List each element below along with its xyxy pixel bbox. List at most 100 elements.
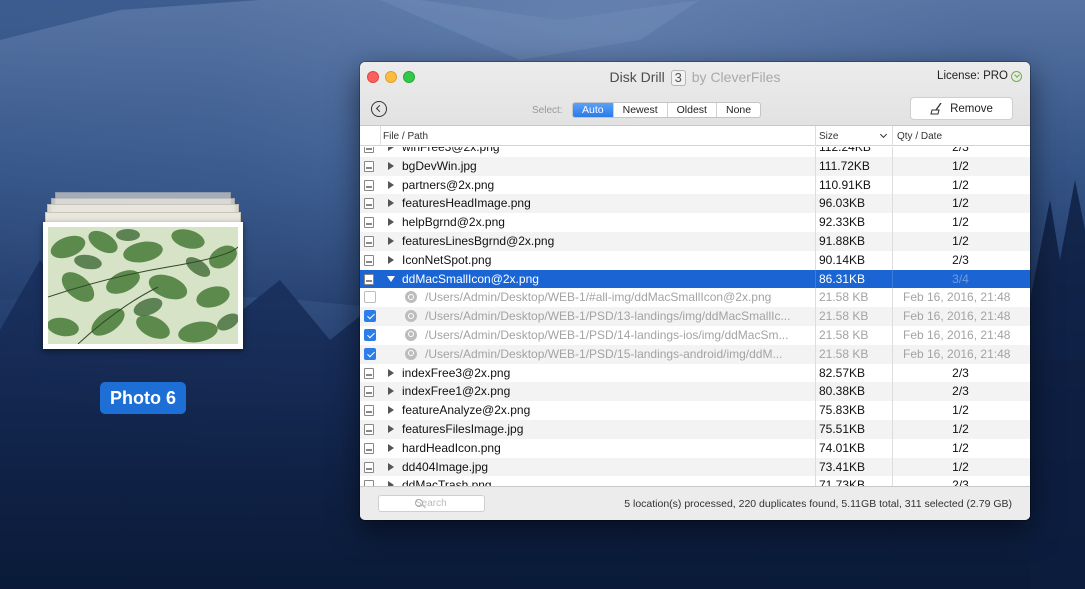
file-size: 21.58 KB <box>819 290 869 305</box>
table-row[interactable]: ddMacTrash.png 71.73KB 2/3 <box>360 476 1030 486</box>
disclosure-collapsed-icon[interactable] <box>388 199 394 208</box>
file-size: 21.58 KB <box>819 327 869 342</box>
select-segmented-control[interactable]: Auto Newest Oldest None <box>572 102 762 118</box>
sort-chevron-icon[interactable] <box>879 130 888 139</box>
table-row[interactable]: indexFree1@2x.png 80.38KB 2/3 <box>360 382 1030 402</box>
app-vendor: by CleverFiles <box>691 69 781 85</box>
column-divider[interactable] <box>892 126 893 146</box>
duplicate-count: 1/2 <box>952 215 969 230</box>
file-size: 91.88KB <box>819 233 866 248</box>
file-name: winFree3@2x.png <box>402 147 500 154</box>
duplicate-path-row[interactable]: /Users/Admin/Desktop/WEB-1/PSD/14-landin… <box>360 325 1030 345</box>
row-checkbox[interactable] <box>364 291 376 304</box>
column-header-file[interactable]: File / Path <box>383 131 428 142</box>
column-divider <box>815 325 816 345</box>
select-oldest[interactable]: Oldest <box>668 103 717 117</box>
column-divider <box>815 147 816 157</box>
table-row[interactable]: featuresHeadImage.png 96.03KB 1/2 <box>360 194 1030 214</box>
table-row[interactable]: hardHeadIcon.png 74.01KB 1/2 <box>360 438 1030 458</box>
back-button[interactable] <box>371 101 387 117</box>
license-label: License: PRO <box>937 70 1008 82</box>
file-size: 112.24KB <box>819 147 871 154</box>
table-row[interactable]: featuresLinesBgrnd@2x.png 91.88KB 1/2 <box>360 231 1030 251</box>
row-checkbox[interactable] <box>364 347 376 360</box>
remove-button[interactable]: Remove <box>910 97 1013 120</box>
file-name: indexFree3@2x.png <box>402 365 511 380</box>
table-row[interactable]: indexFree3@2x.png 82.57KB 2/3 <box>360 363 1030 383</box>
duplicate-count: 1/2 <box>952 403 969 418</box>
table-row[interactable]: ddMacSmallIcon@2x.png 86.31KB 3/4 <box>360 269 1030 289</box>
disclosure-collapsed-icon[interactable] <box>388 443 394 452</box>
duplicate-path-row[interactable]: /Users/Admin/Desktop/WEB-1/PSD/15-landin… <box>360 344 1030 364</box>
file-name: ddMacSmallIcon@2x.png <box>402 271 539 286</box>
file-size: 80.38KB <box>819 384 866 399</box>
column-divider <box>815 194 816 214</box>
column-divider[interactable] <box>815 126 816 146</box>
column-header-qty[interactable]: Qty / Date <box>897 131 942 142</box>
select-auto[interactable]: Auto <box>573 103 614 117</box>
table-body[interactable]: winFree3@2x.png 112.24KB 2/3 bgDevWin.jpg 11… <box>360 147 1030 486</box>
chevron-down-icon <box>1011 70 1022 82</box>
file-icon <box>364 405 374 417</box>
file-name: indexFree1@2x.png <box>402 384 511 399</box>
file-size: 110.91KB <box>819 177 871 192</box>
disclosure-collapsed-icon[interactable] <box>388 161 394 170</box>
table-row[interactable]: featureAnalyze@2x.png 75.83KB 1/2 <box>360 401 1030 420</box>
magnifier-icon[interactable] <box>405 328 417 341</box>
disclosure-collapsed-icon[interactable] <box>388 406 394 415</box>
magnifier-icon[interactable] <box>405 291 417 304</box>
file-icon <box>364 179 374 191</box>
license-menu[interactable]: License: PRO <box>937 70 1022 82</box>
select-none[interactable]: None <box>717 103 760 117</box>
table-row[interactable]: featuresFilesImage.jpg 75.51KB 1/2 <box>360 419 1030 439</box>
disclosure-collapsed-icon[interactable] <box>388 387 394 396</box>
duplicate-count: 1/2 <box>952 421 969 436</box>
file-size: 21.58 KB <box>819 309 869 324</box>
photo-thumbnail[interactable] <box>43 222 243 349</box>
column-divider <box>815 250 816 270</box>
search-input[interactable]: Search <box>378 495 485 512</box>
file-name: partners@2x.png <box>402 177 495 192</box>
table-row[interactable]: winFree3@2x.png 112.24KB 2/3 <box>360 147 1030 157</box>
disclosure-collapsed-icon[interactable] <box>388 236 394 245</box>
table-row[interactable]: dd404Image.jpg 73.41KB 1/2 <box>360 457 1030 477</box>
disclosure-collapsed-icon[interactable] <box>388 462 394 471</box>
disclosure-collapsed-icon[interactable] <box>388 424 394 433</box>
file-name: helpBgrnd@2x.png <box>402 215 505 230</box>
column-divider <box>815 419 816 439</box>
magnifier-icon[interactable] <box>405 347 417 360</box>
photo-stack[interactable] <box>42 192 244 350</box>
duplicate-count: 2/3 <box>952 252 969 267</box>
table-row[interactable]: partners@2x.png 110.91KB 1/2 <box>360 175 1030 195</box>
broom-icon <box>930 102 942 114</box>
disclosure-collapsed-icon[interactable] <box>388 147 394 151</box>
row-checkbox[interactable] <box>364 328 376 341</box>
magnifier-icon[interactable] <box>405 310 417 323</box>
duplicate-path-row[interactable]: /Users/Admin/Desktop/WEB-1/PSD/13-landin… <box>360 307 1030 326</box>
column-divider <box>892 325 893 345</box>
duplicate-path-row[interactable]: /Users/Admin/Desktop/WEB-1/#all-img/ddMa… <box>360 288 1030 308</box>
column-divider <box>815 231 816 251</box>
disclosure-collapsed-icon[interactable] <box>388 255 394 264</box>
photo-label[interactable]: Photo 6 <box>100 382 186 414</box>
column-divider <box>815 457 816 477</box>
file-icon <box>364 386 374 398</box>
disclosure-collapsed-icon[interactable] <box>388 218 394 227</box>
disclosure-expanded-icon[interactable] <box>387 275 395 282</box>
file-icon <box>364 461 374 473</box>
column-header-size[interactable]: Size <box>819 131 838 142</box>
disclosure-collapsed-icon[interactable] <box>388 180 394 189</box>
column-divider <box>815 476 816 486</box>
file-size: 21.58 KB <box>819 346 869 361</box>
table-row[interactable]: IconNetSpot.png 90.14KB 2/3 <box>360 250 1030 270</box>
table-row[interactable]: bgDevWin.jpg 111.72KB 1/2 <box>360 156 1030 176</box>
disclosure-collapsed-icon[interactable] <box>388 368 394 377</box>
table-row[interactable]: helpBgrnd@2x.png 92.33KB 1/2 <box>360 213 1030 232</box>
column-divider <box>815 175 816 195</box>
column-divider <box>815 156 816 176</box>
row-checkbox[interactable] <box>364 310 376 323</box>
duplicate-count: 3/4 <box>952 271 969 286</box>
select-newest[interactable]: Newest <box>614 103 668 117</box>
window-title: Disk Drill 3 by CleverFiles <box>360 69 1030 86</box>
version-badge: 3 <box>670 70 686 86</box>
